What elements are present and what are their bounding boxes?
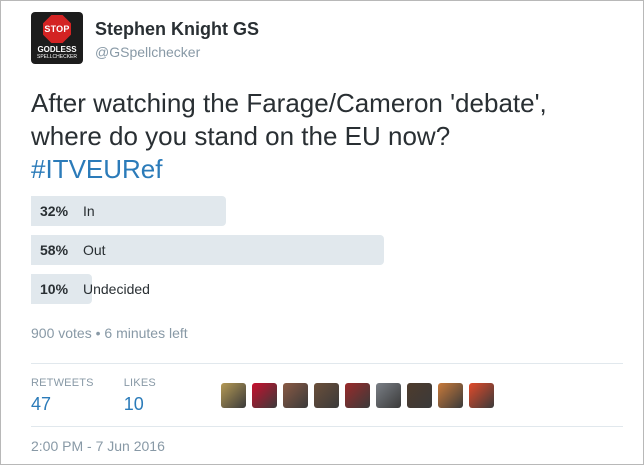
liker-avatar-7[interactable] <box>407 383 432 408</box>
liker-avatar-2[interactable] <box>252 383 277 408</box>
liker-avatars <box>221 383 500 408</box>
liker-avatar-9[interactable] <box>469 383 494 408</box>
poll-percent: 10% <box>40 281 69 297</box>
hashtag-link[interactable]: #ITVEURef <box>31 153 631 186</box>
liker-avatar-6[interactable] <box>376 383 401 408</box>
poll-percent: 58% <box>40 242 69 258</box>
tweet-text: After watching the Farage/Cameron 'debat… <box>31 87 631 186</box>
author-display-name[interactable]: Stephen Knight GS <box>95 19 259 40</box>
retweets-count[interactable]: 47 <box>31 394 94 415</box>
tweet-stats: RETWEETS 47 LIKES 10 <box>31 377 186 415</box>
liker-avatar-8[interactable] <box>438 383 463 408</box>
tweet-header: STOP GODLESS SPELLCHECKER Stephen Knight… <box>31 12 259 68</box>
liker-avatar-4[interactable] <box>314 383 339 408</box>
liker-avatar-3[interactable] <box>283 383 308 408</box>
poll-label: Out <box>83 242 106 258</box>
poll-option: 58% Out <box>31 235 451 265</box>
poll-label: In <box>83 203 95 219</box>
retweets-stat[interactable]: RETWEETS 47 <box>31 377 94 415</box>
avatar-text-line1: GODLESS <box>37 45 77 54</box>
divider <box>31 363 623 364</box>
tweet-timestamp[interactable]: 2:00 PM - 7 Jun 2016 <box>31 438 165 454</box>
poll-option: 10% Undecided <box>31 274 451 304</box>
poll-label: Undecided <box>83 281 150 297</box>
poll-percent: 32% <box>40 203 69 219</box>
stop-sign-icon: STOP <box>43 15 71 43</box>
poll: 32% In 58% Out 10% Undecided <box>31 196 451 313</box>
likes-stat[interactable]: LIKES 10 <box>124 377 156 415</box>
likes-label: LIKES <box>123 377 156 389</box>
liker-avatar-5[interactable] <box>345 383 370 408</box>
tweet-text-line2: where do you stand on the EU now? <box>31 121 451 151</box>
author-names: Stephen Knight GS @GSpellchecker <box>95 12 259 68</box>
liker-avatar-1[interactable] <box>221 383 246 408</box>
avatar-text-line2: SPELLCHECKER <box>36 54 77 60</box>
likes-count[interactable]: 10 <box>124 394 156 415</box>
author-handle[interactable]: @GSpellchecker <box>95 44 259 60</box>
poll-option: 32% In <box>31 196 451 226</box>
tweet-card: STOP GODLESS SPELLCHECKER Stephen Knight… <box>0 0 644 465</box>
poll-meta: 900 votes • 6 minutes left <box>31 325 188 341</box>
author-avatar[interactable]: STOP GODLESS SPELLCHECKER <box>31 12 83 64</box>
retweets-label: RETWEETS <box>31 377 94 389</box>
tweet-text-line1: After watching the Farage/Cameron 'debat… <box>31 88 547 118</box>
divider <box>31 426 623 427</box>
